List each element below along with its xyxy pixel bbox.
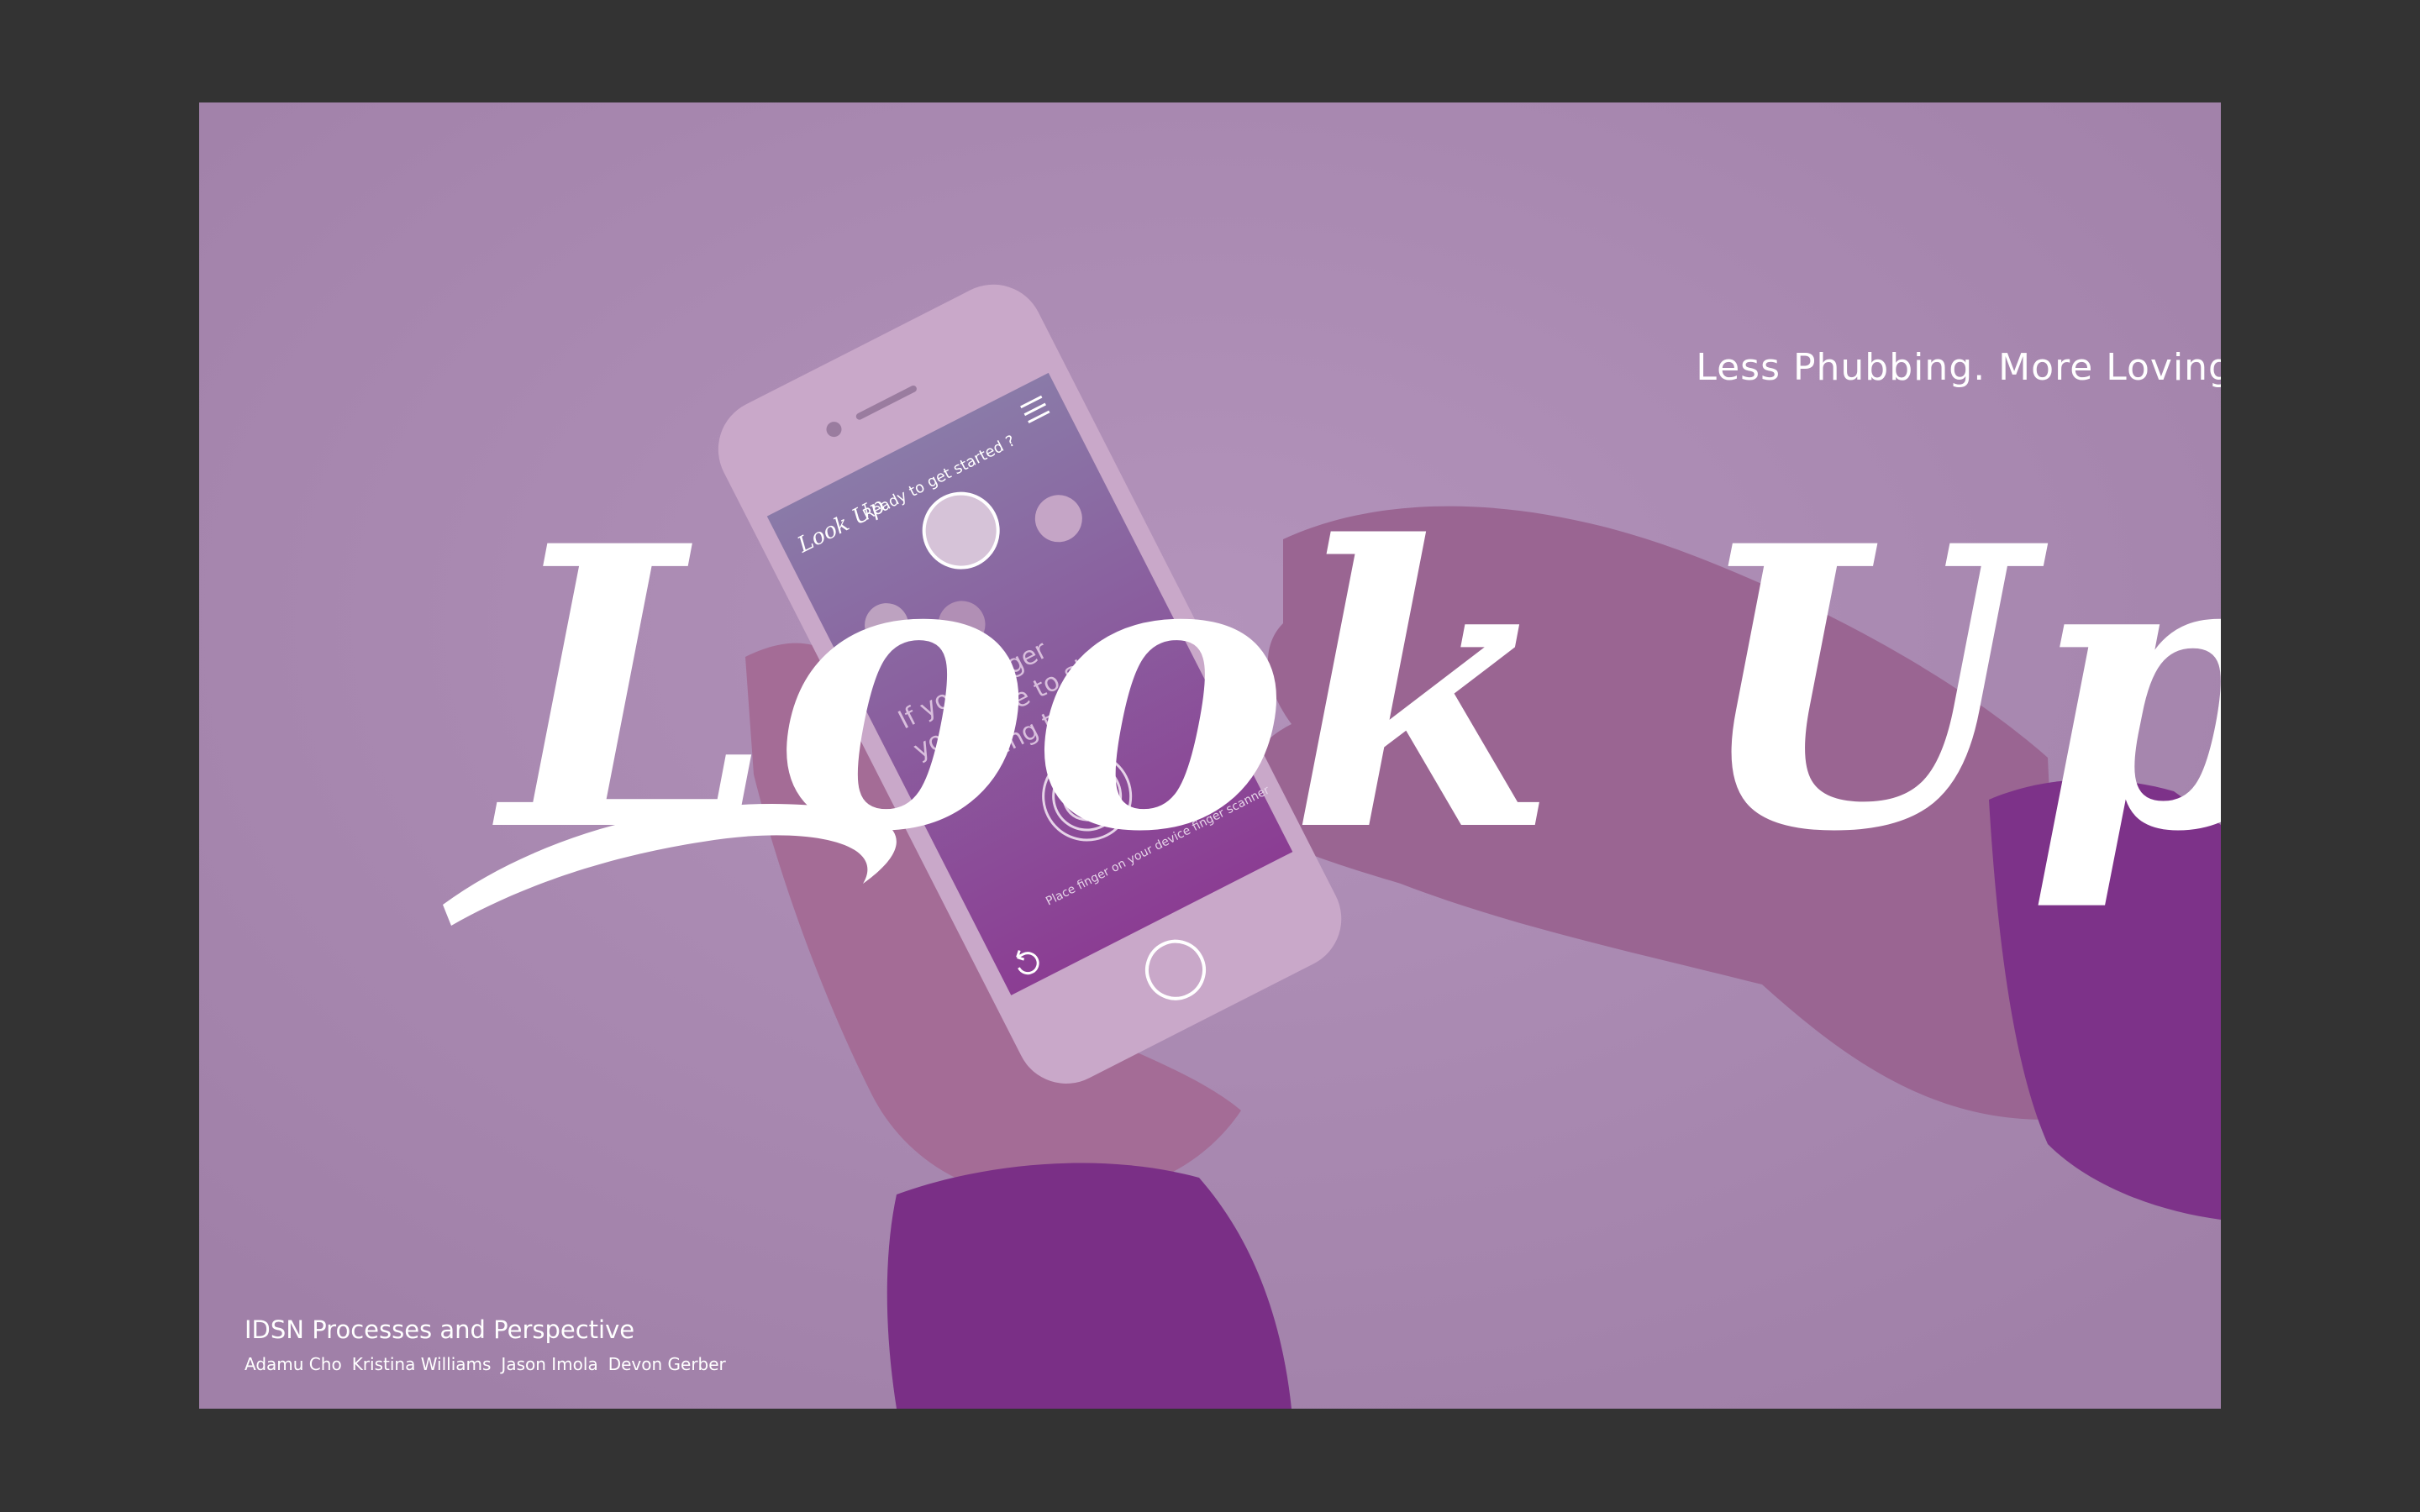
author-list: Adamu Cho Kristina Williams Jason Imola … bbox=[245, 1354, 726, 1374]
author-4: Devon Gerber bbox=[608, 1354, 726, 1374]
author-1: Adamu Cho bbox=[245, 1354, 342, 1374]
author-3: Jason Imola bbox=[501, 1354, 598, 1374]
title-text: Look Up bbox=[490, 463, 2221, 916]
title-lettering: Look Up bbox=[443, 463, 2221, 926]
author-2: Kristina Williams bbox=[351, 1354, 492, 1374]
presentation-slide: Look Up Ready to get started ? If your f… bbox=[199, 102, 2221, 1409]
course-name: IDSN Processes and Perspective bbox=[245, 1315, 635, 1344]
